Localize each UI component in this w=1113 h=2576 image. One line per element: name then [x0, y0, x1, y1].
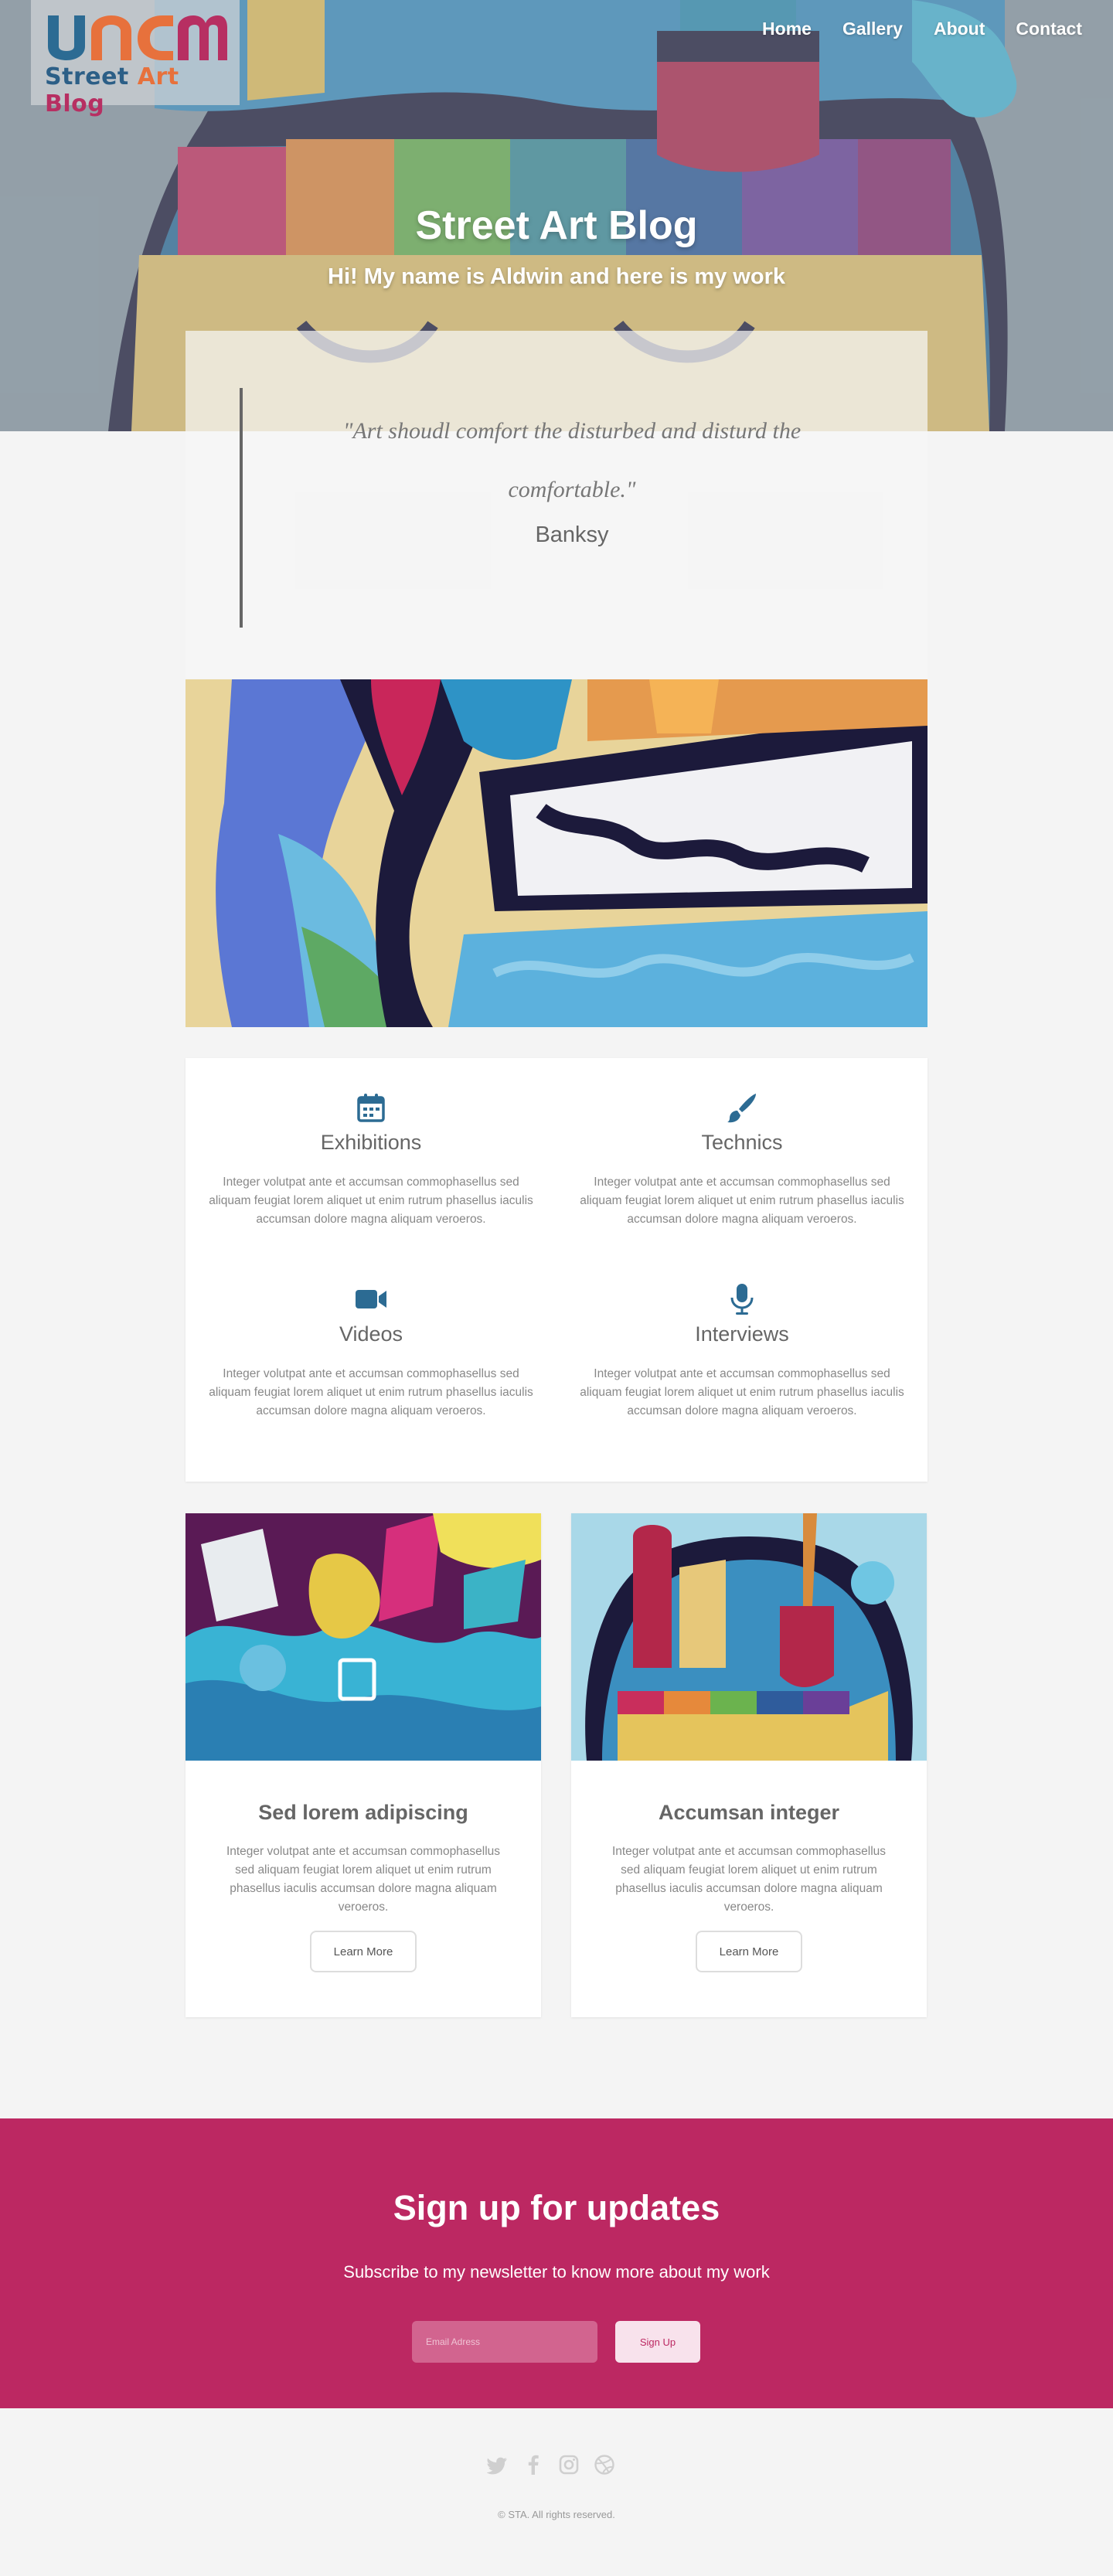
brush-icon	[727, 1094, 756, 1123]
service-text: Integer volutpat ante et accumsan commop…	[209, 1367, 533, 1417]
video-camera-icon	[356, 1290, 386, 1308]
dribbble-icon[interactable]	[594, 2454, 615, 2476]
facebook-icon[interactable]	[522, 2454, 544, 2476]
card-text: Integer volutpat ante et accumsan commop…	[611, 1845, 887, 1914]
instagram-icon[interactable]	[558, 2454, 580, 2476]
hero-title: Street Art Blog	[415, 203, 698, 248]
card-sed-lorem: Sed lorem adipiscing Integer volutpat an…	[186, 1513, 541, 2017]
learn-more-button[interactable]: Learn More	[310, 1931, 417, 1972]
quote-box: "Art shoudl comfort the disturbed and di…	[186, 331, 928, 679]
card-artwork	[571, 1513, 927, 1761]
copyright-text: © STA. All rights reserved.	[498, 2509, 615, 2520]
calendar-icon	[357, 1094, 385, 1122]
nav-home[interactable]: Home	[762, 19, 812, 39]
logo-text-part1: Street	[45, 63, 138, 90]
logo-mark-icon	[48, 15, 227, 60]
service-title: Videos	[339, 1322, 403, 1346]
signup-subtitle: Subscribe to my newsletter to know more …	[343, 2262, 770, 2282]
service-videos: Videos Integer volutpat ante et accumsan…	[201, 1282, 541, 1421]
service-title: Technics	[701, 1131, 783, 1154]
nav-contact[interactable]: Contact	[1016, 19, 1082, 39]
service-text: Integer volutpat ante et accumsan commop…	[209, 1176, 533, 1226]
learn-more-button[interactable]: Learn More	[696, 1931, 802, 1972]
feature-artwork	[186, 679, 928, 1027]
twitter-icon[interactable]	[486, 2454, 509, 2476]
card-text: Integer volutpat ante et accumsan commop…	[226, 1845, 501, 1914]
microphone-icon	[730, 1284, 754, 1315]
feature-artwork-image	[186, 679, 928, 1027]
service-interviews: Interviews Integer volutpat ante et accu…	[572, 1282, 912, 1421]
quote-author: Banksy	[535, 522, 609, 547]
logo-text-part3: Blog	[45, 90, 105, 117]
card-title: Sed lorem adipiscing	[258, 1801, 468, 1824]
sign-up-button[interactable]: Sign Up	[615, 2321, 700, 2363]
quote-bar	[240, 388, 243, 628]
logo-text: Street Art Blog	[45, 63, 230, 117]
service-technics: Technics Integer volutpat ante et accums…	[572, 1091, 912, 1229]
service-title: Interviews	[695, 1322, 789, 1346]
card-image	[186, 1513, 541, 1761]
signup-section: Sign up for updates Subscribe to my news…	[0, 2118, 1113, 2408]
card-title: Accumsan integer	[658, 1801, 840, 1824]
hero-subtitle: Hi! My name is Aldwin and here is my wor…	[328, 264, 785, 289]
card-artwork	[186, 1513, 541, 1761]
service-title: Exhibitions	[320, 1131, 422, 1154]
service-text: Integer volutpat ante et accumsan commop…	[580, 1176, 904, 1226]
nav-gallery[interactable]: Gallery	[842, 19, 903, 39]
card-accumsan-integer: Accumsan integer Integer volutpat ante e…	[571, 1513, 927, 2017]
service-text: Integer volutpat ante et accumsan commop…	[580, 1367, 904, 1417]
logo-text-part2: Art	[137, 63, 179, 90]
card-image	[571, 1513, 927, 1761]
service-exhibitions: Exhibitions Integer volutpat ante et acc…	[201, 1091, 541, 1229]
main-nav: Home Gallery About Contact	[762, 19, 1082, 39]
social-links	[486, 2454, 615, 2476]
site-logo[interactable]: Street Art Blog	[31, 0, 240, 117]
nav-about[interactable]: About	[934, 19, 985, 39]
quote-text: "Art shoudl comfort the disturbed and di…	[342, 418, 802, 502]
services-section: Exhibitions Integer volutpat ante et acc…	[186, 1058, 928, 1482]
email-field[interactable]	[412, 2321, 597, 2363]
signup-title: Sign up for updates	[393, 2188, 720, 2227]
